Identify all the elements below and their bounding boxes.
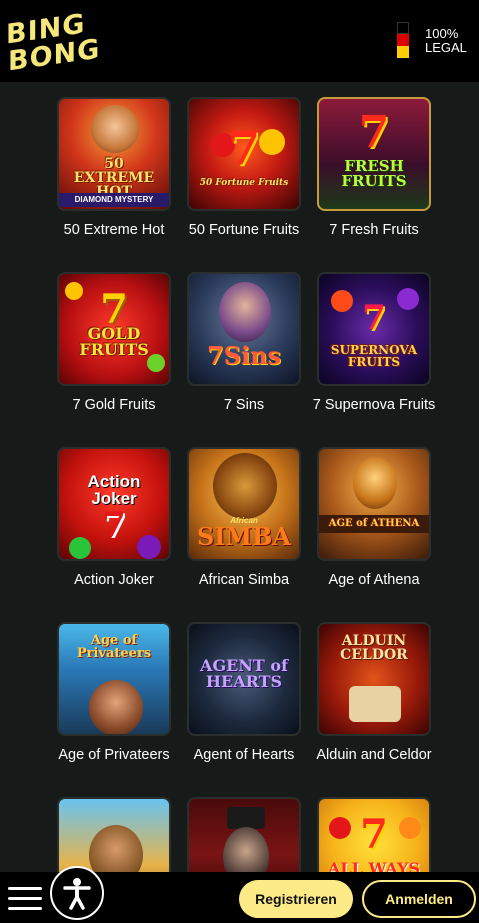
game-thumbnail[interactable]: 7 GOLD FRUITS — [57, 272, 171, 386]
art-title: 50 Fortune Fruits — [199, 178, 289, 188]
game-title[interactable]: 7 Fresh Fruits — [309, 220, 439, 240]
art-title: AGE of ATHENA — [319, 515, 429, 533]
legal-percent: 100% — [425, 26, 459, 41]
portrait-art — [219, 282, 271, 342]
game-card[interactable]: 7Sins 7 Sins — [179, 272, 309, 415]
game-thumbnail[interactable]: 50 EXTREME HOT DIAMOND MYSTERY — [57, 97, 171, 211]
grape-icon — [137, 535, 161, 559]
game-thumbnail[interactable]: Age of Privateers — [57, 622, 171, 736]
game-card[interactable]: 7 ALL WAYS — [309, 797, 439, 872]
art-title: FRESH FRUITS — [341, 157, 407, 190]
game-title[interactable]: Agent of Hearts — [179, 745, 309, 765]
seven-symbol: 7 — [362, 298, 386, 338]
seven-symbol: 7 — [360, 811, 388, 858]
pharaoh-art — [89, 825, 143, 872]
game-thumbnail[interactable]: 7 SUPERNOVA FRUITS — [317, 272, 431, 386]
game-thumbnail[interactable]: 7 ALL WAYS — [317, 797, 431, 872]
game-card[interactable]: 7 GOLD FRUITS 7 Gold Fruits — [49, 272, 179, 415]
game-title[interactable]: African Simba — [179, 570, 309, 590]
seven-symbol: 7 — [358, 107, 390, 158]
art-title: AGENT of HEARTS — [200, 656, 288, 691]
game-thumbnail[interactable]: Action Joker 7 — [57, 447, 171, 561]
top-hat-icon — [227, 807, 265, 829]
accessibility-icon[interactable] — [50, 866, 104, 920]
game-thumbnail[interactable]: 7 FRESH FRUITS — [317, 97, 431, 211]
game-card[interactable]: African SIMBA African Simba — [179, 447, 309, 590]
pirate-art — [89, 680, 143, 734]
header: BING BONG 100% LEGAL — [0, 0, 479, 82]
art-title: GOLD FRUITS — [79, 324, 149, 359]
art-title: ALDUIN CELDOR — [340, 633, 408, 663]
bing-bong-logo[interactable]: BING BONG — [6, 8, 100, 77]
lion-art — [213, 453, 277, 519]
art-title: Action Joker — [87, 472, 141, 508]
game-thumbnail[interactable]: AGENT of HEARTS — [187, 622, 301, 736]
art-title: 7Sins — [206, 341, 282, 370]
game-thumbnail[interactable]: 7 50 Fortune Fruits — [187, 97, 301, 211]
game-card[interactable]: 7 FRESH FRUITS 7 Fresh Fruits — [309, 97, 439, 240]
game-card[interactable]: 50 EXTREME HOT DIAMOND MYSTERY 50 Extrem… — [49, 97, 179, 240]
game-card[interactable] — [179, 797, 309, 872]
hamburger-menu-icon[interactable] — [8, 887, 42, 911]
game-card[interactable]: 7 50 Fortune Fruits 50 Fortune Fruits — [179, 97, 309, 240]
seven-symbol: 7 — [227, 121, 260, 175]
game-grid: 50 EXTREME HOT DIAMOND MYSTERY 50 Extrem… — [0, 82, 479, 872]
register-button[interactable]: Registrieren — [239, 880, 353, 918]
login-button[interactable]: Anmelden — [362, 880, 476, 918]
game-card[interactable]: Action Joker 7 Action Joker — [49, 447, 179, 590]
legal-badge: 100% LEGAL — [425, 27, 467, 55]
art-subtitle: DIAMOND MYSTERY — [59, 193, 169, 207]
game-card[interactable]: Age of Privateers Age of Privateers — [49, 622, 179, 765]
game-title[interactable]: 7 Supernova Fruits — [309, 395, 439, 415]
game-card[interactable]: AGENT of HEARTS Agent of Hearts — [179, 622, 309, 765]
game-thumbnail[interactable]: ALDUIN CELDOR — [317, 622, 431, 736]
art-title: Age of Privateers — [76, 633, 152, 661]
game-title[interactable]: 50 Extreme Hot — [49, 220, 179, 240]
portrait-art — [91, 105, 139, 153]
game-thumbnail[interactable]: AGE of ATHENA — [317, 447, 431, 561]
watermelon-icon — [69, 537, 91, 559]
game-card[interactable]: 7 SUPERNOVA FRUITS 7 Supernova Fruits — [309, 272, 439, 415]
magician-art — [223, 827, 269, 872]
game-title[interactable]: Age of Athena — [309, 570, 439, 590]
game-card[interactable]: AGE of ATHENA Age of Athena — [309, 447, 439, 590]
game-title[interactable]: Alduin and Celdor — [309, 745, 439, 765]
game-thumbnail[interactable]: 7Sins — [187, 272, 301, 386]
game-thumbnail[interactable] — [187, 797, 301, 872]
legal-text: LEGAL — [425, 40, 467, 55]
game-thumbnail[interactable]: African SIMBA — [187, 447, 301, 561]
game-title[interactable]: 7 Gold Fruits — [49, 395, 179, 415]
germany-flag-icon — [397, 22, 409, 58]
art-title: SUPERNOVA FRUITS — [330, 343, 418, 369]
game-title[interactable]: 7 Sins — [179, 395, 309, 415]
game-title[interactable]: 50 Fortune Fruits — [179, 220, 309, 240]
game-card[interactable]: ALDUIN CELDOR Alduin and Celdor — [309, 622, 439, 765]
game-thumbnail[interactable] — [57, 797, 171, 872]
game-title[interactable]: Action Joker — [49, 570, 179, 590]
book-art — [349, 686, 401, 722]
game-title[interactable]: Age of Privateers — [49, 745, 179, 765]
art-title: ALL WAYS — [327, 859, 421, 873]
game-card[interactable] — [49, 797, 179, 872]
art-title: SIMBA — [196, 522, 292, 551]
athena-art — [353, 457, 397, 509]
